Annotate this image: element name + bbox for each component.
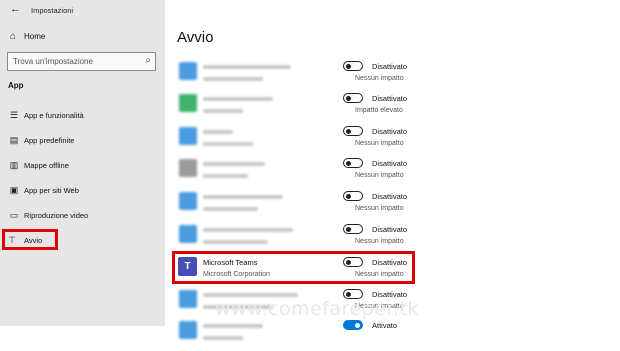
app-publisher-blurred xyxy=(203,336,243,340)
app-name-blurred xyxy=(203,228,293,232)
watermark: www.comefareper.tk xyxy=(215,298,419,320)
app-icon xyxy=(179,321,197,339)
app-name-blurred xyxy=(203,293,298,297)
sidebar-item-riproduzione-video[interactable]: ▭ Riproduzione video xyxy=(0,208,165,224)
startup-impact-label: Nessun impatto xyxy=(355,75,404,82)
toggle-state-label: Disattivato xyxy=(372,159,408,168)
toggle-knob xyxy=(346,63,351,69)
app-publisher-blurred xyxy=(203,240,268,244)
search-input[interactable]: Trova un'impostazione ⌕ xyxy=(7,52,156,71)
search-placeholder: Trova un'impostazione xyxy=(13,57,93,66)
app-icon xyxy=(179,192,197,210)
sidebar-item-label: Mappe offline xyxy=(24,161,69,170)
toggle-knob xyxy=(346,95,351,101)
window-title: Impostazioni xyxy=(31,6,74,15)
startup-app-row: Disattivato Nessun impatto xyxy=(165,124,620,157)
startup-impact-label: Nessun impatto xyxy=(355,140,404,147)
home-icon: ⌂ xyxy=(10,31,17,42)
sidebar-item-label: App e funzionalità xyxy=(24,111,84,120)
toggle-state-label: Disattivato xyxy=(372,127,408,136)
startup-toggle[interactable] xyxy=(343,93,363,103)
default-apps-icon: ▤ xyxy=(9,135,19,145)
app-name-blurred xyxy=(203,324,263,328)
startup-impact-label: Nessun impatto xyxy=(355,172,404,179)
app-publisher-blurred xyxy=(203,174,248,178)
startup-toggle[interactable] xyxy=(343,158,363,168)
video-icon: ▭ xyxy=(9,210,19,220)
toggle-knob xyxy=(355,322,360,328)
list-icon: ☰ xyxy=(9,110,19,120)
startup-impact-label: Impatto elevato xyxy=(355,107,403,114)
highlight-box-teams xyxy=(172,251,415,284)
sidebar-item-mappe-offline[interactable]: ▥ Mappe offline xyxy=(0,158,165,174)
sidebar-item-app-predefinite[interactable]: ▤ App predefinite xyxy=(0,133,165,149)
section-heading: App xyxy=(8,81,24,90)
startup-impact-label: Nessun impatto xyxy=(355,205,404,212)
app-publisher-blurred xyxy=(203,207,258,211)
app-icon xyxy=(179,225,197,243)
toggle-knob xyxy=(346,291,351,297)
toggle-state-label: Disattivato xyxy=(372,62,408,71)
app-publisher-blurred xyxy=(203,142,253,146)
startup-toggle[interactable] xyxy=(343,126,363,136)
sidebar-item-app-e-funzionalita[interactable]: ☰ App e funzionalità xyxy=(0,108,165,124)
back-arrow-icon[interactable]: ← xyxy=(10,3,21,15)
search-icon[interactable]: ⌕ xyxy=(145,55,151,66)
startup-toggle[interactable] xyxy=(343,61,363,71)
sidebar-item-label: App predefinite xyxy=(24,136,75,145)
app-icon xyxy=(179,290,197,308)
app-icon xyxy=(179,159,197,177)
home-label: Home xyxy=(24,32,46,41)
startup-app-row: Disattivato Impatto elevato xyxy=(165,91,620,124)
app-name-blurred xyxy=(203,195,283,199)
app-publisher-blurred xyxy=(203,109,243,113)
sidebar: ← Impostazioni ⌂ Home Trova un'impostazi… xyxy=(0,0,165,326)
app-name-blurred xyxy=(203,65,291,69)
startup-impact-label: Nessun impatto xyxy=(355,238,404,245)
web-link-icon: ▣ xyxy=(9,185,19,195)
app-name-blurred xyxy=(203,130,233,134)
map-icon: ▥ xyxy=(9,160,19,170)
app-publisher-blurred xyxy=(203,77,263,81)
startup-toggle[interactable] xyxy=(343,224,363,234)
sidebar-item-label: App per siti Web xyxy=(24,186,79,195)
app-icon xyxy=(179,94,197,112)
toggle-knob xyxy=(346,160,351,166)
startup-toggle[interactable] xyxy=(343,191,363,201)
toggle-state-label: Disattivato xyxy=(372,225,408,234)
toggle-state-label: Disattivato xyxy=(372,94,408,103)
page-title: Avvio xyxy=(177,29,214,46)
sidebar-item-label: Riproduzione video xyxy=(24,211,89,220)
startup-toggle[interactable] xyxy=(343,320,363,330)
app-name-blurred xyxy=(203,162,265,166)
toggle-knob xyxy=(346,128,351,134)
toggle-state-label: Disattivato xyxy=(372,192,408,201)
app-icon xyxy=(179,62,197,80)
home-nav-item[interactable]: ⌂ Home xyxy=(0,30,165,46)
app-icon xyxy=(179,127,197,145)
startup-app-row: Disattivato Nessun impatto xyxy=(165,189,620,222)
toggle-knob xyxy=(346,193,351,199)
startup-app-row: Disattivato Nessun impatto xyxy=(165,59,620,92)
sidebar-item-app-per-siti-web[interactable]: ▣ App per siti Web xyxy=(0,183,165,199)
app-name-blurred xyxy=(203,97,273,101)
highlight-box-avvio xyxy=(2,229,58,250)
startup-app-row: Disattivato Nessun impatto xyxy=(165,156,620,189)
startup-app-row: Attivato xyxy=(165,318,620,351)
toggle-knob xyxy=(346,226,351,232)
